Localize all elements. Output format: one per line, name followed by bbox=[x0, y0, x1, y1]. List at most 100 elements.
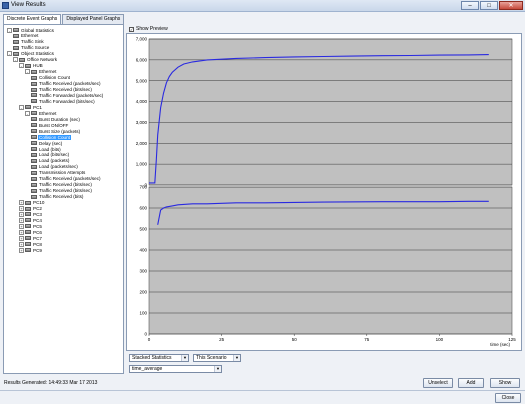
graph-preview: 7,000 6,000 5,000 4,000 3,000 2,000 1,000 0 700 6… bbox=[126, 33, 522, 351]
tree-item-label: Load (bits/sec) bbox=[39, 152, 70, 158]
statistic-icon bbox=[31, 164, 37, 169]
tree-item-label: Traffic Received (packets/sec) bbox=[39, 176, 101, 182]
maximize-button[interactable]: □ bbox=[480, 1, 498, 10]
expand-icon[interactable]: + bbox=[19, 211, 24, 217]
minimize-button[interactable]: – bbox=[461, 1, 479, 10]
collapse-icon[interactable]: - bbox=[7, 27, 12, 33]
tree-item-label: PC3 bbox=[33, 211, 42, 217]
folder-icon bbox=[25, 105, 31, 110]
y-tick-label: 200 bbox=[139, 290, 147, 295]
show-button[interactable]: Show bbox=[490, 378, 520, 388]
folder-icon bbox=[25, 218, 31, 223]
unselect-button[interactable]: Unselect bbox=[423, 378, 453, 388]
collapse-icon[interactable]: - bbox=[7, 51, 12, 57]
tree-item-label: Traffic Received (bits/sec) bbox=[39, 182, 92, 188]
collapse-icon[interactable]: - bbox=[25, 110, 30, 116]
statistic-icon bbox=[31, 75, 37, 80]
chart-svg: 7,000 6,000 5,000 4,000 3,000 2,000 1,000 0 700 6… bbox=[136, 37, 517, 347]
show-preview-checkbox[interactable]: ✓ bbox=[129, 26, 134, 32]
tree-item-label: Object Statistics bbox=[21, 51, 54, 57]
tree-item-label: PC10 bbox=[33, 200, 45, 206]
tree-item-label: Burst Duration (sec) bbox=[39, 116, 80, 122]
filter-dropdown[interactable]: time_average ▼ bbox=[129, 365, 222, 373]
collapse-icon[interactable]: - bbox=[19, 63, 24, 69]
tree-item-label: Transmission Attempts bbox=[39, 170, 86, 176]
statistics-tree[interactable]: - Global Statistics Ethernet Traffic Sink Tr… bbox=[3, 24, 124, 374]
statistic-icon bbox=[31, 141, 37, 146]
tree-item-label: Traffic Sink bbox=[21, 39, 44, 45]
expand-icon[interactable]: + bbox=[19, 241, 24, 247]
statistic-icon bbox=[31, 135, 37, 140]
plot-area bbox=[148, 186, 513, 335]
tree-item-label: Burst Size (packets) bbox=[39, 128, 81, 134]
tree-item-label: Traffic Forwarded (bits/sec) bbox=[39, 98, 95, 104]
expand-icon[interactable]: + bbox=[19, 229, 24, 235]
tree-item-label: PC1 bbox=[33, 104, 42, 110]
x-tick-label: 100 bbox=[436, 337, 444, 342]
close-window-button[interactable]: ✕ bbox=[499, 1, 523, 10]
window-title: View Results bbox=[11, 2, 46, 8]
expand-icon[interactable]: + bbox=[19, 217, 24, 223]
tree-item-label: PC4 bbox=[33, 217, 42, 223]
y-tick-label: 3,000 bbox=[136, 120, 148, 125]
statistic-icon bbox=[31, 152, 37, 157]
tree-item-label: HUB bbox=[33, 63, 43, 69]
statistic-icon bbox=[13, 33, 19, 38]
tree-item-label: PC7 bbox=[33, 235, 42, 241]
expand-icon[interactable]: + bbox=[19, 206, 24, 211]
y-tick-label: 100 bbox=[139, 311, 147, 316]
tab-displayed-panel-graphs[interactable]: Displayed Panel Graphs bbox=[62, 14, 125, 24]
tree-item-label: Traffic Forwarded (packets/sec) bbox=[39, 92, 104, 98]
add-button[interactable]: Add bbox=[458, 378, 484, 388]
statistic-icon bbox=[31, 147, 37, 151]
show-preview-toggle[interactable]: ✓ Show Preview bbox=[129, 26, 168, 32]
expand-icon[interactable]: + bbox=[19, 247, 24, 253]
tree-item-label: Traffic Received (bits/sec) bbox=[39, 87, 92, 92]
collapse-icon[interactable]: - bbox=[19, 104, 24, 110]
chevron-down-icon: ▼ bbox=[181, 355, 188, 361]
y-tick-label: 4,000 bbox=[136, 99, 148, 104]
tree-item-label: Office Network bbox=[27, 57, 58, 63]
folder-icon bbox=[25, 212, 31, 217]
collapse-icon[interactable]: - bbox=[13, 57, 18, 63]
statistic-icon bbox=[31, 176, 37, 181]
folder-icon bbox=[25, 206, 31, 211]
folder-icon bbox=[25, 200, 31, 205]
tree-item-label: Traffic Received (packets/sec) bbox=[39, 81, 101, 87]
tree-item-label: PC2 bbox=[33, 206, 42, 211]
stat-mode-dropdown[interactable]: Stacked Statistics ▼ bbox=[129, 354, 189, 362]
filter-value: time_average bbox=[132, 366, 163, 372]
statistic-icon bbox=[31, 87, 37, 92]
scenario-dropdown[interactable]: This Scenario ▼ bbox=[193, 354, 241, 362]
statistic-icon bbox=[31, 99, 37, 104]
folder-icon bbox=[25, 230, 31, 235]
x-tick-label: 75 bbox=[364, 337, 370, 342]
folder-icon bbox=[13, 28, 19, 32]
y-tick-label: 7,000 bbox=[136, 37, 148, 42]
x-tick-label: 50 bbox=[292, 337, 298, 342]
expand-icon[interactable]: + bbox=[19, 235, 24, 241]
chevron-down-icon: ▼ bbox=[214, 366, 221, 372]
tree-item-label: Ethernet bbox=[39, 110, 57, 116]
folder-icon bbox=[25, 236, 31, 241]
collapse-icon[interactable]: - bbox=[25, 69, 30, 75]
close-button[interactable]: Close bbox=[495, 393, 521, 403]
folder-icon bbox=[19, 57, 25, 62]
folder-icon bbox=[25, 224, 31, 229]
tree-item-label: Ethernet bbox=[39, 69, 57, 75]
statistic-icon bbox=[13, 45, 19, 50]
expand-icon[interactable]: + bbox=[19, 223, 24, 229]
statistic-icon bbox=[31, 81, 37, 86]
tree-item-label: PC5 bbox=[33, 223, 42, 229]
tree-item-label: Burst ON/OFF bbox=[39, 122, 69, 128]
x-tick-label: 25 bbox=[219, 337, 225, 342]
tree-item-label: Load (packets) bbox=[39, 158, 70, 164]
tab-bar: Discrete Event Graphs Displayed Panel Gr… bbox=[3, 14, 125, 25]
statistic-icon bbox=[31, 194, 37, 199]
tree-folder[interactable]: + PC9 bbox=[19, 247, 43, 253]
tree-item-label: Global Statistics bbox=[21, 27, 54, 33]
expand-icon[interactable]: + bbox=[19, 200, 24, 206]
statistic-icon bbox=[31, 117, 37, 122]
folder-icon bbox=[13, 51, 19, 56]
tree-item-label: PC8 bbox=[33, 241, 42, 247]
